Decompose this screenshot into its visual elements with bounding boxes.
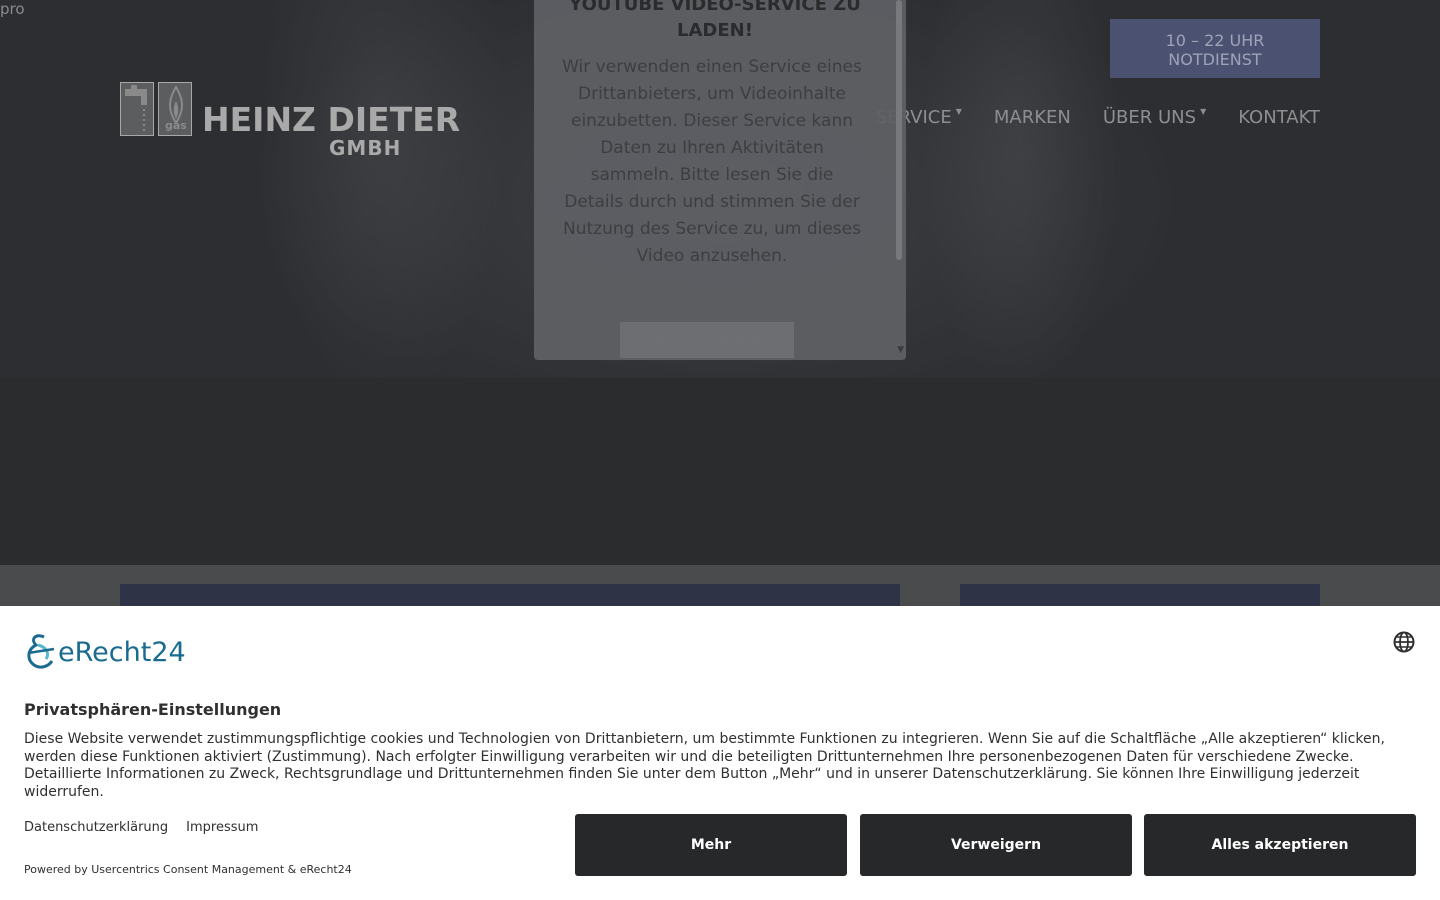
more-info-button[interactable]: Mehr Informationen [620, 322, 794, 358]
imprint-link[interactable]: Impressum [186, 820, 258, 836]
scroll-down-arrow-icon[interactable]: ▼ [897, 345, 904, 355]
privacy-policy-link[interactable]: Datenschutzerklärung [24, 820, 168, 836]
nav-item-label: KONTAKT [1238, 107, 1320, 128]
erecht24-logo: eRecht24 [24, 629, 186, 669]
gas-label: gas [165, 119, 187, 132]
content-card-left [120, 584, 900, 606]
water-tap-icon [120, 82, 154, 136]
erecht24-mark-icon [24, 631, 58, 669]
consent-description: Diese Website verwendet zustimmungspflic… [24, 731, 1385, 801]
gas-flame-icon: gas [158, 82, 192, 136]
emergency-hours: 10 – 22 UHR [1165, 31, 1265, 50]
emergency-label: NOTDIENST [1168, 50, 1262, 69]
accept-all-button[interactable]: Alles akzeptieren [1144, 814, 1416, 876]
nav-item-label: MARKEN [993, 107, 1071, 128]
company-name: HEINZ DIETER [202, 100, 461, 139]
company-suffix: GMBH [329, 136, 402, 160]
caret-down-icon: ▼ [955, 107, 962, 116]
content-card-right [960, 584, 1320, 606]
nav-item-marken[interactable]: MARKEN [994, 106, 1071, 130]
scrollbar-thumb[interactable] [896, 0, 902, 260]
video-consent-placeholder[interactable]: YOUTUBE VIDEO-SERVICE ZU LADEN! Wir verw… [534, 0, 906, 360]
consent-title: Privatsphären-Einstellungen [24, 700, 282, 719]
emergency-service-badge[interactable]: 10 – 22 UHR NOTDIENST [1110, 19, 1320, 78]
nav-item-ueber-uns[interactable]: ÜBER UNS ▼ [1103, 106, 1206, 130]
corner-text: pro [0, 0, 25, 18]
caret-down-icon: ▼ [1200, 107, 1207, 116]
erecht24-brand-text: eRecht24 [58, 637, 186, 668]
powered-by-text: Powered by Usercentrics Consent Manageme… [24, 863, 352, 876]
video-consent-title: YOUTUBE VIDEO-SERVICE ZU LADEN! [569, 0, 861, 41]
nav-item-kontakt[interactable]: KONTAKT [1238, 106, 1320, 130]
nav-item-label: ÜBER UNS [1102, 107, 1197, 128]
consent-links: Datenschutzerklärung Impressum [24, 820, 258, 836]
more-button[interactable]: Mehr [575, 814, 847, 876]
main-navigation: SERVICE ▼ MARKEN ÜBER UNS ▼ KONTAKT [876, 106, 1320, 130]
deny-button[interactable]: Verweigern [860, 814, 1132, 876]
company-logo[interactable]: gas HEINZ DIETER GMBH [120, 82, 465, 160]
video-consent-text: Wir verwenden einen Service eines Dritta… [562, 57, 862, 266]
language-globe-icon[interactable] [1392, 630, 1416, 654]
